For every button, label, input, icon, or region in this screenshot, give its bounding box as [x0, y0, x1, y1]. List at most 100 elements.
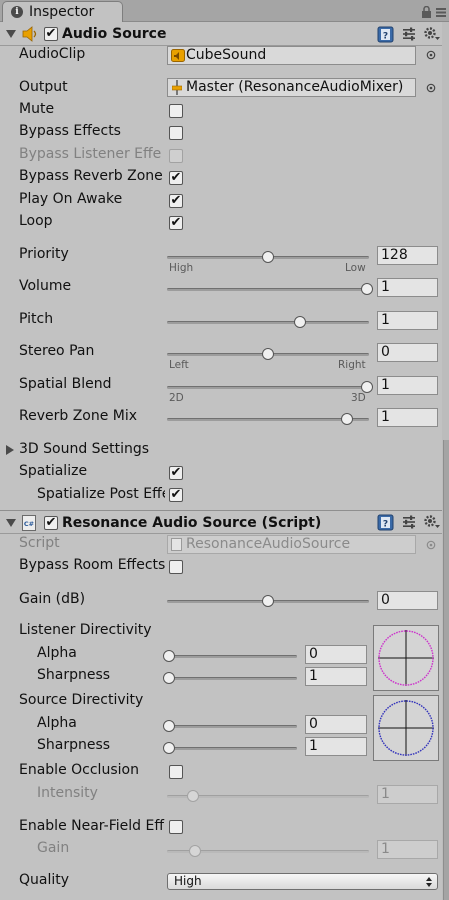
listener-sharpness-input[interactable]: 1 — [305, 667, 367, 686]
spatialize-checkbox[interactable]: ✔ — [169, 466, 183, 480]
foldout-arrow-icon[interactable] — [6, 30, 16, 39]
spatial-blend-3d-label: 3D — [351, 392, 366, 404]
object-picker-icon — [426, 540, 436, 550]
source-sharpness-slider-track[interactable] — [167, 747, 297, 750]
script-field: ResonanceAudioSource — [167, 535, 416, 554]
svg-text:?: ? — [383, 32, 388, 42]
spatial-blend-label: Spatial Blend — [19, 376, 112, 392]
gear-icon[interactable] — [423, 514, 441, 530]
listener-directivity-pattern — [378, 630, 434, 686]
volume-slider-track[interactable] — [167, 288, 369, 291]
source-alpha-label: Alpha — [37, 715, 77, 731]
source-sharpness-input[interactable]: 1 — [305, 737, 367, 756]
volume-input[interactable]: 1 — [377, 278, 438, 297]
output-field[interactable]: Master (ResonanceAudioMixer) — [167, 78, 416, 97]
tab-bar: i Inspector — [0, 0, 449, 22]
quality-dropdown[interactable]: High — [167, 873, 438, 890]
spatialize-post-effects-checkbox[interactable]: ✔ — [169, 488, 183, 502]
info-icon: i — [11, 6, 23, 18]
spatialize-post-effects-label: Spatialize Post Effe — [37, 486, 165, 502]
gain-slider-thumb[interactable] — [262, 595, 274, 607]
pitch-slider-thumb[interactable] — [293, 316, 306, 328]
stereo-pan-slider-thumb[interactable] — [262, 348, 274, 360]
near-field-gain-input: 1 — [377, 840, 438, 859]
gear-icon[interactable] — [423, 26, 441, 42]
resonance-audio-source-title: Resonance Audio Source (Script) — [62, 515, 322, 531]
menu-icon[interactable] — [436, 8, 446, 17]
audio-file-icon — [171, 49, 185, 62]
audio-source-enabled-checkbox[interactable]: ✔ — [44, 27, 58, 41]
resonance-enabled-checkbox[interactable]: ✔ — [44, 516, 58, 530]
listener-alpha-slider-track[interactable] — [167, 655, 297, 658]
gain-db-label: Gain (dB) — [19, 591, 86, 607]
listener-sharpness-slider-track[interactable] — [167, 677, 297, 680]
resonance-audio-source-header[interactable]: C# ✔ Resonance Audio Source (Script) ? — [0, 511, 442, 534]
3d-sound-settings-foldout[interactable]: 3D Sound Settings — [19, 441, 149, 457]
spatial-blend-slider-track[interactable] — [167, 386, 369, 389]
reverb-zone-mix-label: Reverb Zone Mix — [19, 408, 138, 424]
preset-icon[interactable] — [402, 27, 416, 41]
priority-label: Priority — [19, 246, 69, 262]
object-picker-icon[interactable] — [426, 83, 436, 93]
source-alpha-input[interactable]: 0 — [305, 715, 367, 734]
stereo-pan-input[interactable]: 0 — [377, 343, 438, 362]
reverb-zone-mix-slider-thumb[interactable] — [341, 413, 354, 425]
near-field-gain-slider-thumb — [188, 845, 201, 857]
inspector-scrollbar[interactable] — [442, 22, 449, 900]
bypass-effects-checkbox[interactable] — [169, 126, 183, 140]
intensity-input: 1 — [377, 785, 438, 804]
gain-db-input[interactable]: 0 — [377, 591, 438, 610]
audio-source-header[interactable]: ✔ Audio Source ? — [0, 23, 442, 46]
svg-text:C#: C# — [24, 520, 34, 528]
pitch-input[interactable]: 1 — [377, 311, 438, 330]
loop-checkbox[interactable]: ✔ — [169, 216, 183, 230]
listener-alpha-input[interactable]: 0 — [305, 645, 367, 664]
reverb-zone-mix-slider-track[interactable] — [167, 418, 369, 421]
stereo-pan-label: Stereo Pan — [19, 343, 95, 359]
pitch-label: Pitch — [19, 311, 54, 327]
foldout-arrow-icon[interactable] — [6, 445, 14, 455]
source-alpha-slider-thumb[interactable] — [163, 720, 175, 732]
listener-alpha-label: Alpha — [37, 645, 77, 661]
help-icon[interactable]: ? — [377, 514, 394, 531]
priority-slider-thumb[interactable] — [262, 251, 274, 263]
lock-icon[interactable] — [421, 6, 432, 18]
preset-icon[interactable] — [402, 515, 416, 529]
spatial-blend-2d-label: 2D — [169, 392, 184, 404]
reverb-zone-mix-input[interactable]: 1 — [377, 408, 438, 427]
bypass-room-effects-checkbox[interactable] — [169, 560, 183, 574]
bypass-listener-effects-label: Bypass Listener Effe — [19, 146, 162, 162]
listener-directivity-label: Listener Directivity — [19, 622, 152, 638]
play-on-awake-checkbox[interactable]: ✔ — [169, 194, 183, 208]
enable-occlusion-checkbox[interactable] — [169, 765, 183, 779]
mute-checkbox[interactable] — [169, 104, 183, 118]
enable-near-field-effects-label: Enable Near-Field Eff — [19, 818, 164, 834]
source-alpha-slider-track[interactable] — [167, 725, 297, 728]
audioclip-field[interactable]: CubeSound — [167, 46, 416, 65]
quality-value: High — [174, 874, 202, 888]
priority-low-label: Low — [345, 262, 366, 274]
audio-source-title: Audio Source — [62, 26, 167, 42]
bypass-room-effects-label: Bypass Room Effects — [19, 557, 166, 573]
mute-label: Mute — [19, 101, 55, 117]
object-picker-icon[interactable] — [426, 50, 436, 60]
tab-inspector[interactable]: i Inspector — [2, 1, 123, 22]
bypass-reverb-zones-checkbox[interactable]: ✔ — [169, 171, 183, 185]
pitch-slider-track[interactable] — [167, 321, 369, 324]
enable-near-field-effects-checkbox[interactable] — [169, 820, 183, 834]
source-sharpness-slider-thumb[interactable] — [163, 742, 175, 754]
intensity-label: Intensity — [37, 785, 98, 801]
priority-input[interactable]: 128 — [377, 246, 438, 265]
listener-directivity-preview — [373, 625, 439, 691]
near-field-gain-label: Gain — [37, 840, 70, 856]
foldout-arrow-icon[interactable] — [6, 519, 16, 528]
scrollbar-thumb[interactable] — [443, 440, 449, 900]
volume-slider-thumb[interactable] — [361, 283, 373, 295]
help-icon[interactable]: ? — [377, 26, 394, 43]
listener-alpha-slider-thumb[interactable] — [163, 650, 175, 662]
intensity-slider-thumb — [186, 790, 199, 802]
stereo-pan-right-label: Right — [338, 359, 366, 371]
source-directivity-pattern — [378, 700, 434, 756]
spatial-blend-input[interactable]: 1 — [377, 376, 438, 395]
listener-sharpness-slider-thumb[interactable] — [163, 672, 175, 684]
